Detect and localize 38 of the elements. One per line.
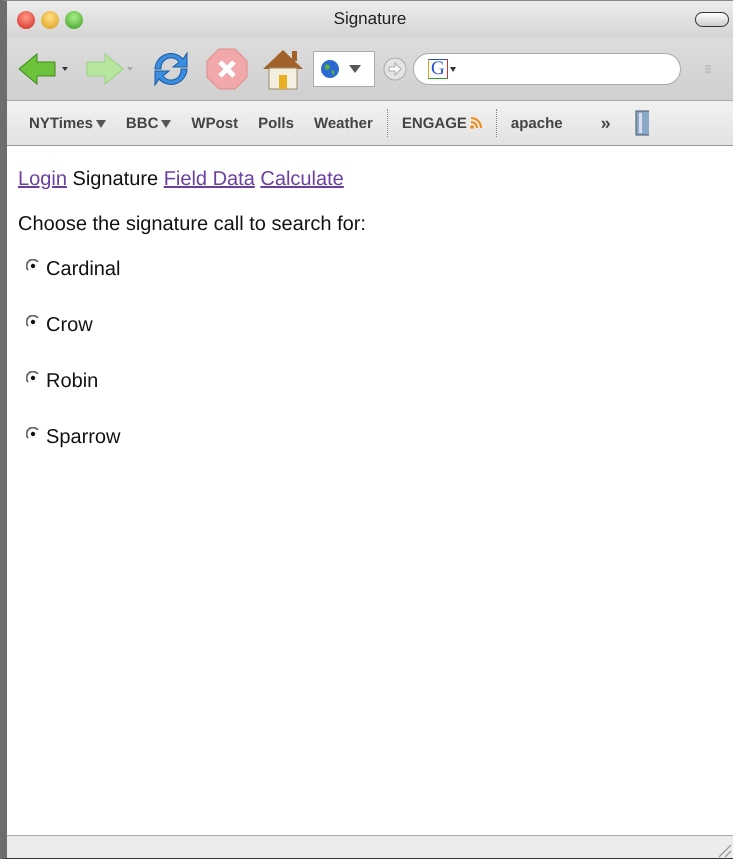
globe-icon	[320, 59, 340, 79]
radio-option[interactable]: Cardinal	[26, 258, 733, 281]
dropdown-arrow-icon	[161, 118, 172, 128]
dropdown-arrow-icon	[450, 66, 456, 72]
dropdown-arrow-icon	[348, 64, 362, 74]
sidebar-icon[interactable]	[634, 110, 649, 136]
nav-link[interactable]: Calculate	[260, 168, 344, 190]
nav-link[interactable]: Login	[18, 168, 67, 190]
dropdown-arrow-icon	[96, 118, 106, 128]
home-icon[interactable]	[261, 47, 305, 91]
bookmark-link[interactable]: Weather	[304, 110, 383, 136]
current-page-label: Signature	[72, 168, 158, 190]
back-icon[interactable]	[17, 51, 69, 87]
bookmark-feed[interactable]: ENGAGE	[392, 110, 492, 136]
radio-option[interactable]: Robin	[26, 370, 733, 393]
bookmark-link[interactable]: Polls	[248, 110, 304, 136]
toolbar-toggle-button[interactable]	[695, 12, 729, 27]
radio-button[interactable]	[26, 426, 40, 440]
prompt-text: Choose the signature call to search for:	[18, 213, 367, 236]
go-icon[interactable]	[383, 57, 407, 81]
search-field[interactable]: G	[413, 53, 681, 85]
nav-link[interactable]: Field Data	[164, 168, 255, 190]
radio-option[interactable]: Sparrow	[26, 426, 733, 449]
bookmark-link[interactable]: apache	[500, 110, 573, 136]
window-title: Signature	[334, 9, 406, 28]
bookmark-link[interactable]: WPost	[181, 110, 248, 136]
bookmark-menu[interactable]: BBC	[116, 110, 182, 136]
more-bookmarks-button[interactable]: »	[590, 108, 621, 138]
search-engine-icon[interactable]: G	[428, 59, 448, 79]
close-button[interactable]	[17, 10, 35, 28]
rss-feed-icon	[470, 117, 482, 129]
radio-option[interactable]: Crow	[26, 314, 733, 337]
radio-button[interactable]	[26, 370, 40, 384]
radio-button[interactable]	[26, 258, 40, 272]
stop-icon[interactable]	[205, 47, 249, 91]
site-identity-dropdown[interactable]	[313, 51, 375, 87]
radio-button[interactable]	[26, 314, 40, 328]
bookmark-menu[interactable]: NYTimes	[19, 110, 116, 136]
